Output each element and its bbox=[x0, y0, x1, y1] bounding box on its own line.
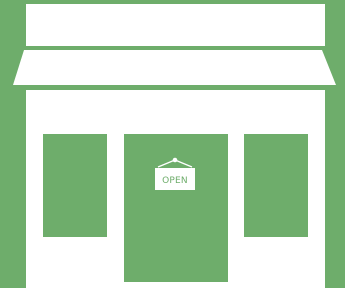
fascia-board bbox=[26, 4, 325, 46]
left-window bbox=[43, 134, 107, 237]
door bbox=[124, 134, 228, 282]
sign-hook bbox=[172, 157, 178, 163]
storefront-illustration: OPEN bbox=[0, 0, 345, 288]
sign-label: OPEN bbox=[162, 176, 188, 186]
awning bbox=[13, 50, 336, 85]
right-window bbox=[244, 134, 308, 237]
storefront-icon: OPEN bbox=[0, 0, 345, 288]
